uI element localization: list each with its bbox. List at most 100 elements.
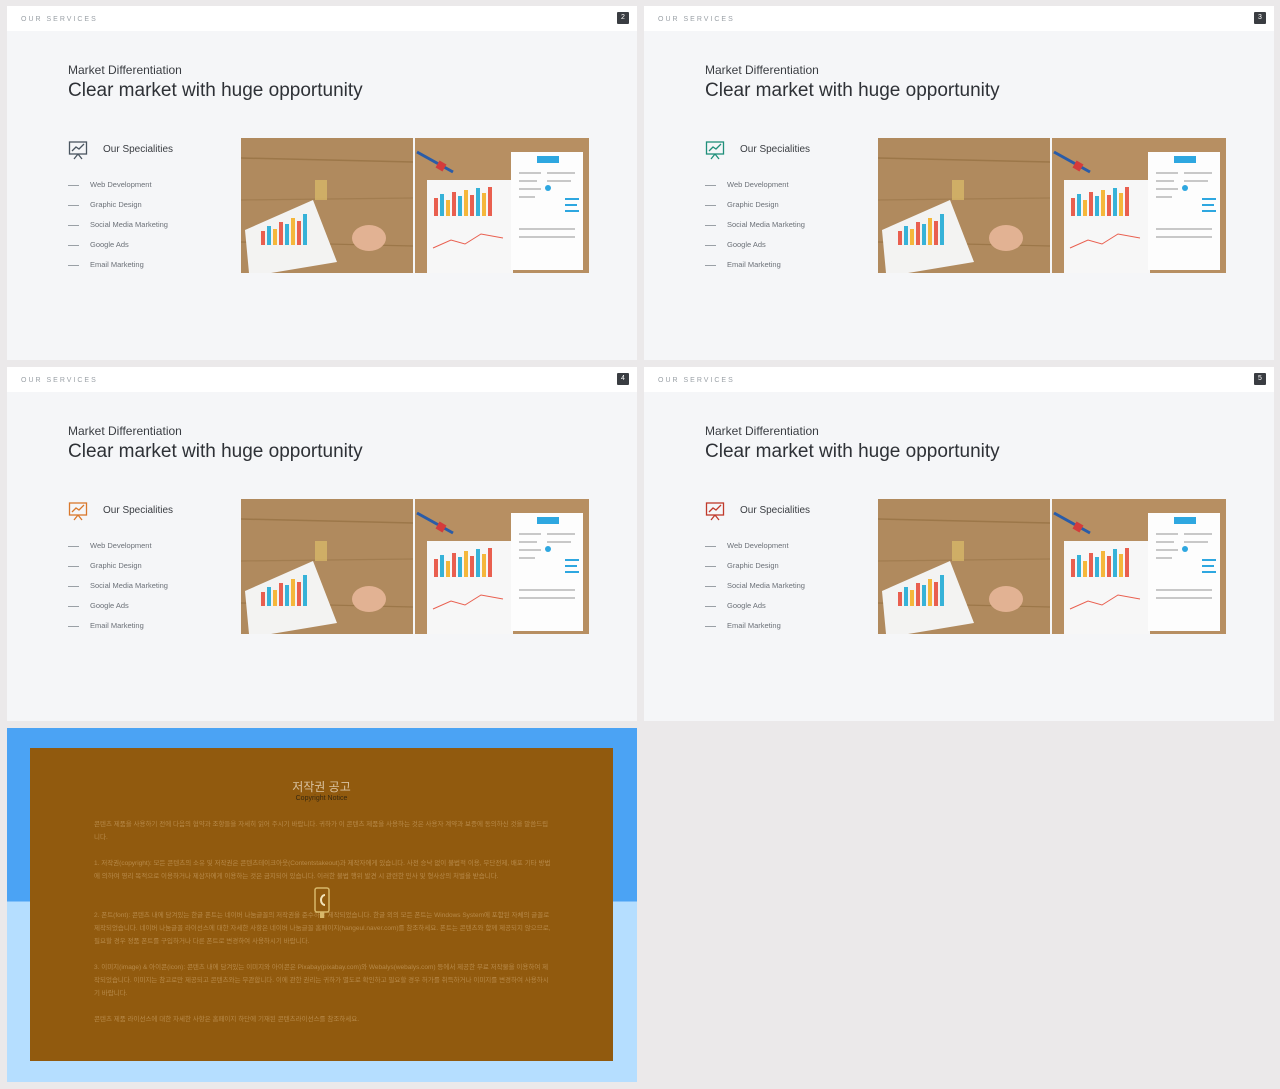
list-item: Graphic Design xyxy=(68,199,142,211)
presentation-chart-icon xyxy=(705,141,725,160)
slide-title: Clear market with huge opportunity xyxy=(68,441,363,462)
slide-title: Clear market with huge opportunity xyxy=(68,80,363,101)
dash-icon xyxy=(68,244,79,246)
specialities-label: Our Specialities xyxy=(740,144,811,155)
slide-4[interactable]: OUR SERVICES 4 Market Differentiation Cl… xyxy=(7,367,637,721)
list-item-label: Google Ads xyxy=(727,240,766,249)
list-item-label: Graphic Design xyxy=(90,561,142,570)
copyright-notice-slide[interactable]: 저작권 공고 Copyright Notice 콘텐츠 제품을 사용하기 전에 … xyxy=(7,728,637,1082)
list-item-label: Google Ads xyxy=(90,601,129,610)
slide-3[interactable]: OUR SERVICES 3 Market Differentiation Cl… xyxy=(644,6,1274,360)
notice-paragraph: 콘텐츠 제품 라이선스에 대한 자세한 사항은 홈페이지 하단에 기재된 콘텐츠… xyxy=(94,1016,360,1023)
slide-2[interactable]: OUR SERVICES 2 Market Differentiation Cl… xyxy=(7,6,637,360)
header-label: OUR SERVICES xyxy=(658,377,735,384)
presentation-chart-icon xyxy=(705,502,725,521)
dash-icon xyxy=(68,204,79,206)
list-item: Graphic Design xyxy=(68,560,142,572)
dash-icon xyxy=(705,244,716,246)
list-item: Google Ads xyxy=(68,600,129,612)
list-item-label: Social Media Marketing xyxy=(727,220,805,229)
list-item: Email Marketing xyxy=(68,620,144,632)
list-item-label: Graphic Design xyxy=(90,200,142,209)
list-item: Web Development xyxy=(705,179,789,191)
list-item-label: Social Media Marketing xyxy=(90,220,168,229)
analytics-photo xyxy=(878,499,1226,634)
slide-number-badge: 4 xyxy=(617,373,629,385)
list-item: Web Development xyxy=(68,179,152,191)
list-item-label: Email Marketing xyxy=(90,621,144,630)
slide-header: OUR SERVICES 4 xyxy=(7,367,637,392)
header-label: OUR SERVICES xyxy=(658,16,735,23)
list-item-label: Email Marketing xyxy=(90,260,144,269)
dash-icon xyxy=(705,184,716,186)
slide-title: Clear market with huge opportunity xyxy=(705,441,1000,462)
notice-paragraph: 3. 이미지(image) & 아이콘(icon): 콘텐츠 내에 담겨있는 이… xyxy=(94,964,549,997)
list-item-label: Web Development xyxy=(727,541,789,550)
list-item: Social Media Marketing xyxy=(705,219,805,231)
slide-title: Clear market with huge opportunity xyxy=(705,80,1000,101)
list-item: Email Marketing xyxy=(705,259,781,271)
slide-subtitle: Market Differentiation xyxy=(705,63,819,77)
list-item: Web Development xyxy=(705,540,789,552)
specialities-label: Our Specialities xyxy=(103,144,174,155)
list-item-label: Web Development xyxy=(90,541,152,550)
slide-header: OUR SERVICES 5 xyxy=(644,367,1274,392)
slide-5[interactable]: OUR SERVICES 5 Market Differentiation Cl… xyxy=(644,367,1274,721)
specialities-label: Our Specialities xyxy=(103,505,174,516)
slide-number-badge: 2 xyxy=(617,12,629,24)
list-item-label: Social Media Marketing xyxy=(90,581,168,590)
analytics-photo xyxy=(878,138,1226,273)
slide-subtitle: Market Differentiation xyxy=(68,424,182,438)
slide-number-badge: 5 xyxy=(1254,373,1266,385)
slide-subtitle: Market Differentiation xyxy=(68,63,182,77)
dash-icon xyxy=(68,264,79,266)
dash-icon xyxy=(68,545,79,547)
notice-paragraph: 콘텐츠 제품을 사용하기 전에 다음의 협약과 조항들을 자세히 읽어 주시기 … xyxy=(94,821,549,841)
dash-icon xyxy=(68,605,79,607)
dash-icon xyxy=(705,585,716,587)
slide-header: OUR SERVICES 3 xyxy=(644,6,1274,31)
dash-icon xyxy=(705,625,716,627)
analytics-photo xyxy=(241,499,589,634)
dash-icon xyxy=(705,204,716,206)
list-item: Web Development xyxy=(68,540,152,552)
dash-icon xyxy=(705,224,716,226)
list-item: Graphic Design xyxy=(705,199,779,211)
list-item: Email Marketing xyxy=(705,620,781,632)
slide-header: OUR SERVICES 2 xyxy=(7,6,637,31)
list-item: Graphic Design xyxy=(705,560,779,572)
dash-icon xyxy=(705,545,716,547)
list-item: Social Media Marketing xyxy=(68,219,168,231)
list-item: Google Ads xyxy=(705,239,766,251)
list-item: Google Ads xyxy=(68,239,129,251)
notice-title: 저작권 공고 xyxy=(292,780,351,794)
dash-icon xyxy=(68,585,79,587)
list-item: Google Ads xyxy=(705,600,766,612)
list-item-label: Web Development xyxy=(727,180,789,189)
slide-subtitle: Market Differentiation xyxy=(705,424,819,438)
slide-number-badge: 3 xyxy=(1254,12,1266,24)
presentation-chart-icon xyxy=(68,502,88,521)
notice-subtitle: Copyright Notice xyxy=(295,795,348,802)
list-item: Email Marketing xyxy=(68,259,144,271)
list-item-label: Graphic Design xyxy=(727,561,779,570)
list-item-label: Graphic Design xyxy=(727,200,779,209)
list-item: Social Media Marketing xyxy=(705,580,805,592)
dash-icon xyxy=(68,625,79,627)
header-label: OUR SERVICES xyxy=(21,16,98,23)
list-item-label: Web Development xyxy=(90,180,152,189)
notice-paragraph: 1. 저작권(copyright): 모든 콘텐츠의 소유 및 저작권은 콘텐츠… xyxy=(94,860,551,880)
analytics-photo xyxy=(241,138,589,273)
list-item-label: Google Ads xyxy=(727,601,766,610)
dash-icon xyxy=(68,224,79,226)
presentation-chart-icon xyxy=(68,141,88,160)
list-item: Social Media Marketing xyxy=(68,580,168,592)
list-item-label: Google Ads xyxy=(90,240,129,249)
dash-icon xyxy=(68,184,79,186)
list-item-label: Social Media Marketing xyxy=(727,581,805,590)
dash-icon xyxy=(68,565,79,567)
list-item-label: Email Marketing xyxy=(727,621,781,630)
dash-icon xyxy=(705,264,716,266)
header-label: OUR SERVICES xyxy=(21,377,98,384)
specialities-label: Our Specialities xyxy=(740,505,811,516)
